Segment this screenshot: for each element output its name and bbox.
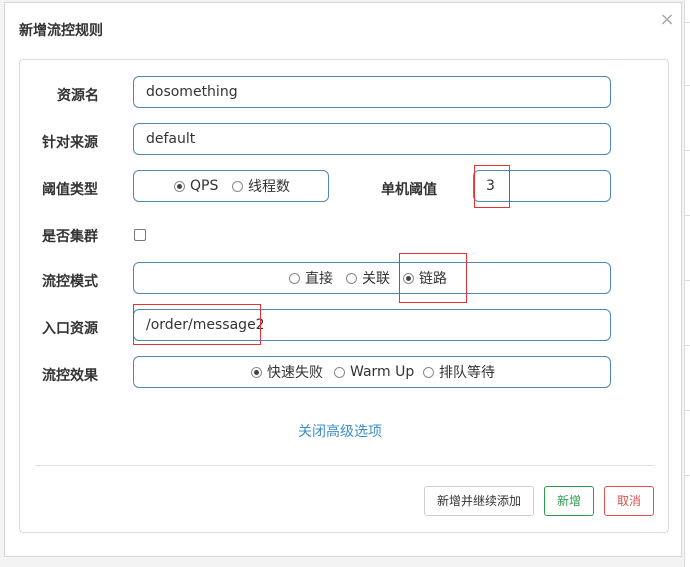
threshold-type-option-thread[interactable]: 线程数 [232, 171, 290, 201]
single-threshold-label: 单机阈值 [381, 182, 437, 198]
option-label: 关联 [362, 271, 390, 287]
background-divider [685, 410, 690, 411]
control-behavior-radio-group: 快速失败 Warm Up 排队等待 [133, 356, 611, 388]
radio-unselected-icon [334, 366, 345, 378]
behavior-option-fast-fail[interactable]: 快速失败 [251, 357, 323, 387]
radio-unselected-icon [346, 272, 357, 284]
toggle-advanced-options-link[interactable]: 关闭高级选项 [298, 421, 382, 441]
strategy-radio-group: 直接 关联 链路 [133, 262, 611, 294]
limit-app-label: 针对来源 [42, 135, 98, 151]
radio-selected-icon [174, 180, 185, 192]
strategy-option-relate[interactable]: 关联 [346, 263, 390, 293]
background-page-edge [684, 0, 690, 567]
background-divider [685, 475, 690, 476]
option-label: 快速失败 [267, 365, 323, 381]
add-button[interactable]: 新增 [544, 486, 594, 516]
option-label: Warm Up [350, 364, 415, 380]
cluster-mode-label: 是否集群 [42, 229, 98, 245]
dialog-title: 新增流控规则 [19, 23, 103, 39]
background-divider [685, 280, 690, 281]
footer-divider [35, 465, 655, 466]
strategy-option-chain[interactable]: 链路 [403, 263, 447, 293]
background-divider [685, 85, 690, 86]
threshold-type-option-qps[interactable]: QPS [174, 171, 218, 201]
option-label: QPS [190, 178, 219, 194]
behavior-option-queue[interactable]: 排队等待 [423, 357, 495, 387]
add-and-continue-button[interactable]: 新增并继续添加 [424, 486, 534, 516]
behavior-option-warm-up[interactable]: Warm Up [334, 357, 414, 387]
radio-unselected-icon [423, 366, 434, 378]
strategy-label: 流控模式 [42, 274, 98, 290]
entry-resource-label: 入口资源 [42, 321, 98, 337]
radio-selected-icon [251, 366, 262, 378]
strategy-option-direct[interactable]: 直接 [289, 263, 333, 293]
add-flow-rule-dialog: 新增流控规则 × 资源名 dosomething 针对来源 default 阈值… [4, 2, 682, 557]
single-threshold-input[interactable]: 3 [473, 170, 611, 202]
cancel-button[interactable]: 取消 [604, 486, 654, 516]
radio-unselected-icon [289, 272, 300, 284]
resource-name-input[interactable]: dosomething [133, 76, 611, 108]
background-divider [685, 22, 690, 23]
option-label: 链路 [419, 271, 447, 287]
close-icon[interactable]: × [659, 11, 675, 29]
option-label: 线程数 [248, 179, 290, 195]
option-label: 排队等待 [439, 365, 495, 381]
control-behavior-label: 流控效果 [42, 368, 98, 384]
background-divider [685, 215, 690, 216]
resource-name-label: 资源名 [57, 88, 99, 104]
background-divider [685, 150, 690, 151]
option-label: 直接 [305, 271, 333, 287]
threshold-type-label: 阈值类型 [42, 182, 98, 198]
limit-app-input[interactable]: default [133, 123, 611, 155]
radio-unselected-icon [232, 180, 243, 192]
background-divider [685, 345, 690, 346]
entry-resource-input[interactable]: /order/message2 [133, 309, 611, 341]
threshold-type-radio-group: QPS 线程数 [133, 170, 329, 202]
cluster-mode-checkbox[interactable] [134, 229, 146, 241]
radio-selected-icon [403, 272, 414, 284]
